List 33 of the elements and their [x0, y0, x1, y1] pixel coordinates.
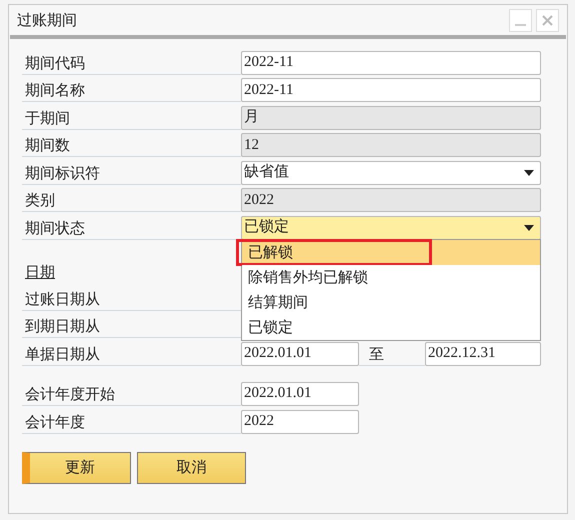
field-label: 到期日期从: [25, 316, 100, 336]
input-field[interactable]: 2022.12.31: [425, 342, 541, 366]
input-field: 月: [241, 106, 541, 130]
section-heading: 日期: [25, 262, 55, 283]
input-field[interactable]: 2022-11: [241, 50, 541, 74]
input-field[interactable]: 2022: [241, 410, 359, 434]
minimize-button[interactable]: [509, 8, 532, 32]
input-field: 2022: [241, 188, 541, 212]
field-label: 单据日期从: [25, 344, 100, 364]
dropdown-field[interactable]: 缺省值: [241, 160, 541, 184]
input-field[interactable]: 2022-11: [241, 78, 541, 102]
field-label: 期间名称: [25, 80, 85, 101]
dialog-button[interactable]: 更新: [22, 452, 131, 484]
field-label: 过账日期从: [25, 288, 100, 310]
field-label: 会计年度: [25, 412, 85, 432]
input-field: 12: [241, 133, 541, 157]
dropdown-field[interactable]: 已锁定: [241, 216, 541, 240]
dialog-button[interactable]: 取消: [137, 452, 246, 484]
caret-icon: [524, 170, 534, 176]
input-field[interactable]: 2022.01.01: [241, 342, 359, 366]
field-label: 期间状态: [25, 218, 85, 238]
input-field[interactable]: 2022.01.01: [241, 382, 359, 406]
field-label: 会计年度开始: [25, 384, 115, 404]
field-label: 至: [369, 344, 384, 364]
close-icon: [542, 14, 553, 26]
caret-icon: [524, 224, 534, 230]
close-button[interactable]: [536, 8, 559, 32]
field-label: 于期间: [25, 108, 70, 128]
field-label: 期间数: [25, 135, 70, 156]
field-label: 期间代码: [25, 52, 85, 74]
window-title: 过账期间: [17, 10, 77, 31]
field-label: 类别: [25, 190, 55, 211]
field-label: 期间标识符: [25, 162, 100, 184]
